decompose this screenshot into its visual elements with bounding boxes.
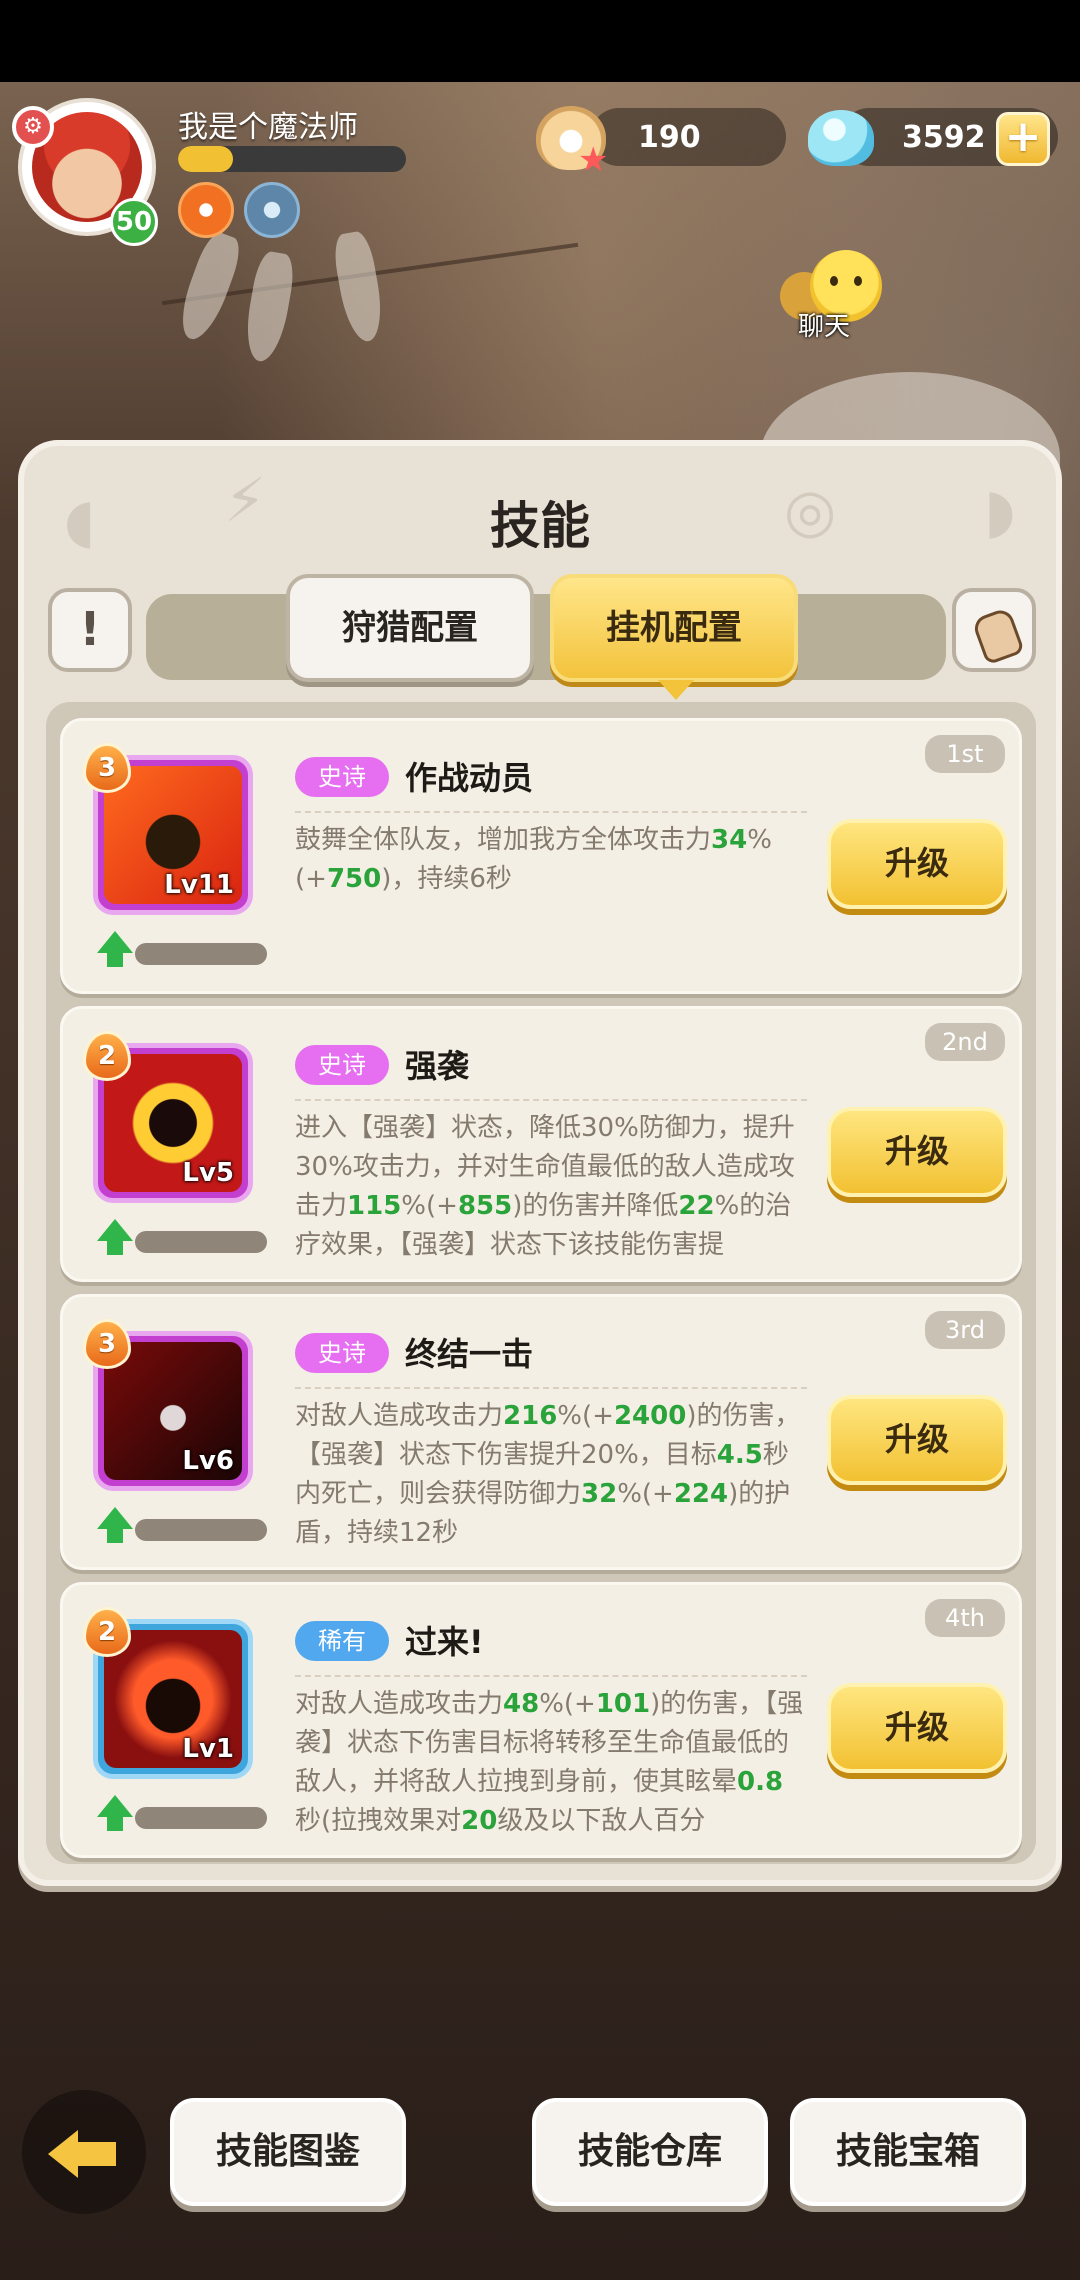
- info-button[interactable]: !: [48, 588, 132, 672]
- pearl-counter: 190: [590, 108, 786, 166]
- skill-storage-button[interactable]: 技能仓库: [532, 2098, 768, 2206]
- divider: [295, 1675, 807, 1677]
- skill-name: 终结一击: [405, 1335, 534, 1373]
- skill-card[interactable]: 4th Lv1 2 稀有 过来! 对敌人造成攻击力48%(+101)的伤害，【强…: [60, 1582, 1022, 1858]
- finishing-strike-skill-icon: Lv6: [104, 1342, 242, 1480]
- gem-icon: [808, 110, 874, 166]
- skill-card[interactable]: 2nd Lv5 2 史诗 强袭 进入【强袭】状态，降低30%防御力，提升30%攻…: [60, 1006, 1022, 1282]
- player-xp-fill: [178, 146, 233, 172]
- upgrade-button[interactable]: 升级: [827, 1683, 1007, 1773]
- back-button[interactable]: [22, 2090, 146, 2214]
- rarity-tag: 史诗: [295, 1045, 389, 1085]
- upgrade-button[interactable]: 升级: [827, 1107, 1007, 1197]
- skill-chest-button[interactable]: 技能宝箱: [790, 2098, 1026, 2206]
- assault-skill-icon: Lv5: [104, 1054, 242, 1192]
- skill-star-badge: 3: [83, 1319, 131, 1369]
- skill-rank-tag: 2nd: [925, 1023, 1005, 1061]
- upgrade-button[interactable]: 升级: [827, 1395, 1007, 1485]
- skill-name: 作战动员: [405, 759, 534, 797]
- add-gems-button[interactable]: +: [996, 112, 1050, 166]
- tab-hunt-config[interactable]: 狩猎配置: [286, 574, 534, 682]
- skill-card[interactable]: 3rd Lv6 3 史诗 终结一击 对敌人造成攻击力216%(+2400)的伤害…: [60, 1294, 1022, 1570]
- rarity-tag: 史诗: [295, 1333, 389, 1373]
- pearl-count: 190: [638, 120, 701, 155]
- upgrade-arrow-icon: [97, 931, 133, 967]
- tap-hand-icon[interactable]: [952, 588, 1036, 672]
- tab-idle-config[interactable]: 挂机配置: [550, 574, 798, 700]
- tab-track: [146, 594, 946, 680]
- pull-skill-icon: Lv1: [104, 1630, 242, 1768]
- skill-star-badge: 2: [83, 1031, 131, 1081]
- rarity-tag: 史诗: [295, 757, 389, 797]
- skill-progress-bar: [135, 1519, 267, 1541]
- panel-title: 技能: [490, 497, 590, 555]
- skill-level: Lv6: [182, 1446, 234, 1476]
- starfish-icon: ★: [578, 140, 609, 180]
- skill-level: Lv1: [182, 1734, 234, 1764]
- skills-panel: ◖ ⚡ ◎ ◗ 技能 ! 狩猎配置 挂机配置 1st Lv11 3 史诗 作战动…: [18, 440, 1062, 1886]
- rarity-tag: 稀有: [295, 1621, 389, 1661]
- title-badge-icon[interactable]: [178, 182, 234, 238]
- chat-button[interactable]: 聊天: [776, 250, 886, 342]
- skill-description: 对敌人造成攻击力48%(+101)的伤害，【强袭】状态下伤害目标将转移至生命值最…: [295, 1689, 804, 1836]
- player-name: 我是个魔法师: [178, 110, 358, 145]
- player-xp-bar: [178, 146, 406, 172]
- upgrade-arrow-icon: [97, 1795, 133, 1831]
- skill-codex-button[interactable]: 技能图鉴: [170, 2098, 406, 2206]
- back-arrow-icon: [48, 2130, 116, 2178]
- divider: [295, 811, 807, 813]
- skill-progress-bar: [135, 943, 267, 965]
- status-bar: [0, 0, 1080, 82]
- skill-card[interactable]: 1st Lv11 3 史诗 作战动员 鼓舞全体队友，增加我方全体攻击力34%(+…: [60, 718, 1022, 994]
- skill-description: 进入【强袭】状态，降低30%防御力，提升30%攻击力，并对生命值最低的敌人造成攻…: [295, 1113, 795, 1260]
- upgrade-arrow-icon: [97, 1219, 133, 1255]
- background-tooth: [172, 228, 246, 346]
- skill-description: 对敌人造成攻击力216%(+2400)的伤害，【强袭】状态下伤害提升20%，目标…: [295, 1401, 801, 1548]
- skill-star-badge: 3: [83, 743, 131, 793]
- skill-level: Lv5: [182, 1158, 234, 1188]
- skill-rank-tag: 3rd: [925, 1311, 1005, 1349]
- gem-count: 3592: [902, 120, 986, 155]
- skill-rank-tag: 1st: [925, 735, 1005, 773]
- background-tooth: [330, 229, 388, 345]
- skill-rank-tag: 4th: [925, 1599, 1005, 1637]
- skill-progress-bar: [135, 1807, 267, 1829]
- background-tooth: [240, 249, 298, 365]
- divider: [295, 1099, 807, 1101]
- skill-name: 过来!: [405, 1623, 484, 1661]
- upgrade-arrow-icon: [97, 1507, 133, 1543]
- upgrade-button[interactable]: 升级: [827, 819, 1007, 909]
- skill-progress-bar: [135, 1231, 267, 1253]
- chat-label: 聊天: [798, 312, 851, 342]
- skill-description: 鼓舞全体队友，增加我方全体攻击力34%(+750)，持续6秒: [295, 825, 772, 894]
- skill-level: Lv11: [164, 870, 234, 900]
- rally-skill-icon: Lv11: [104, 766, 242, 904]
- player-level-badge: 50: [110, 198, 158, 246]
- avatar-settings-icon[interactable]: ⚙: [12, 106, 54, 148]
- skill-star-badge: 2: [83, 1607, 131, 1657]
- divider: [295, 1387, 807, 1389]
- rank-badge-icon[interactable]: [244, 182, 300, 238]
- skill-name: 强袭: [405, 1047, 470, 1085]
- skill-list[interactable]: 1st Lv11 3 史诗 作战动员 鼓舞全体队友，增加我方全体攻击力34%(+…: [46, 702, 1036, 1864]
